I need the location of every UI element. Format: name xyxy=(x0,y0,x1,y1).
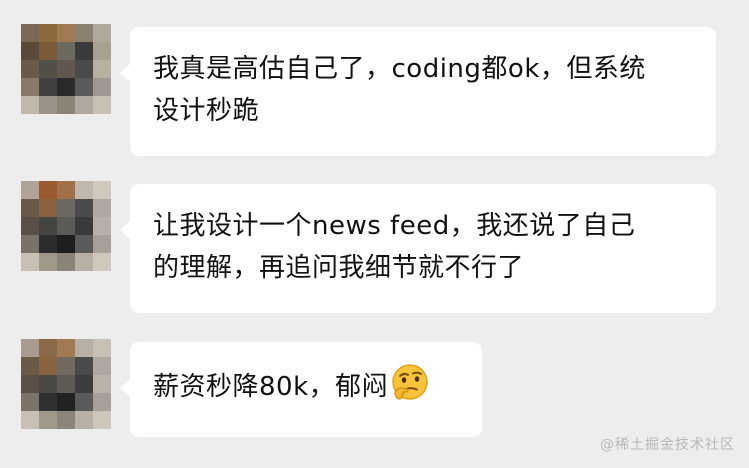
avatar-pixel xyxy=(57,217,75,235)
avatar[interactable] xyxy=(21,181,111,271)
message-line: 我真是高估自己了，coding都ok，但系统 xyxy=(153,54,646,84)
avatar-pixel xyxy=(75,253,93,271)
avatar-pixel xyxy=(75,235,93,253)
avatar-pixel xyxy=(75,199,93,217)
message-bubble[interactable]: 让我设计一个news feed，我还说了自己 的理解，再追问我细节就不行了 xyxy=(120,184,716,313)
avatar-pixel xyxy=(75,24,93,42)
avatar-pixel xyxy=(57,339,75,357)
avatar-pixel xyxy=(39,96,57,114)
avatar-pixel xyxy=(57,60,75,78)
avatar-pixel xyxy=(21,217,39,235)
avatar-pixel xyxy=(57,375,75,393)
avatar-pixel xyxy=(93,411,111,429)
avatar-pixel xyxy=(93,42,111,60)
avatar-pixel xyxy=(21,411,39,429)
avatar-pixel xyxy=(39,42,57,60)
avatar-pixel xyxy=(21,181,39,199)
avatar-pixel xyxy=(57,78,75,96)
avatar-pixel xyxy=(93,375,111,393)
avatar-pixel xyxy=(93,357,111,375)
avatar-pixel xyxy=(39,393,57,411)
avatar-pixel xyxy=(93,60,111,78)
avatar-pixel xyxy=(21,253,39,271)
avatar-pixel xyxy=(93,393,111,411)
avatar-pixel xyxy=(93,199,111,217)
avatar-pixel xyxy=(75,96,93,114)
avatar-pixel xyxy=(39,339,57,357)
avatar-pixel xyxy=(57,235,75,253)
avatar-pixel xyxy=(39,375,57,393)
avatar-pixel xyxy=(21,42,39,60)
avatar-pixel xyxy=(21,60,39,78)
message-line: 的理解，再追问我细节就不行了 xyxy=(153,253,525,283)
avatar-pixel xyxy=(21,375,39,393)
avatar-pixel xyxy=(21,235,39,253)
avatar-pixel xyxy=(39,199,57,217)
watermark: @稀土掘金技术社区 xyxy=(600,437,735,453)
avatar-pixel xyxy=(39,357,57,375)
avatar-pixel xyxy=(57,96,75,114)
avatar-pixel xyxy=(75,393,93,411)
avatar-pixel xyxy=(93,253,111,271)
avatar-pixel xyxy=(39,78,57,96)
avatar-pixel xyxy=(93,24,111,42)
avatar-pixel xyxy=(75,375,93,393)
avatar-pixel xyxy=(21,339,39,357)
avatar-pixel xyxy=(57,181,75,199)
avatar-pixel xyxy=(75,339,93,357)
avatar-pixel xyxy=(93,217,111,235)
avatar-pixel xyxy=(21,199,39,217)
avatar[interactable] xyxy=(21,339,111,429)
avatar-pixel xyxy=(39,60,57,78)
avatar-pixel xyxy=(93,339,111,357)
avatar-pixel xyxy=(75,42,93,60)
avatar-pixel xyxy=(75,181,93,199)
message-line: 设计秒跪 xyxy=(153,96,260,126)
message-bubble[interactable]: 薪资秒降80k，郁闷 xyxy=(120,342,482,437)
avatar-pixel xyxy=(75,411,93,429)
avatar-pixel xyxy=(93,181,111,199)
avatar-pixel xyxy=(21,24,39,42)
avatar-pixel xyxy=(57,357,75,375)
avatar-pixel xyxy=(57,199,75,217)
avatar-pixel xyxy=(21,78,39,96)
message-line: 薪资秒降80k，郁闷 xyxy=(153,372,389,402)
avatar-pixel xyxy=(75,78,93,96)
avatar-pixel xyxy=(75,357,93,375)
avatar-pixel xyxy=(21,357,39,375)
avatar-pixel xyxy=(57,42,75,60)
avatar-pixel xyxy=(39,181,57,199)
avatar-pixel xyxy=(39,235,57,253)
thinking-face-icon xyxy=(392,364,428,400)
avatar-pixel xyxy=(75,217,93,235)
avatar[interactable] xyxy=(21,24,111,114)
chat-transcript: 我真是高估自己了，coding都ok，但系统 设计秒跪 让我设计一个news fe… xyxy=(0,0,749,468)
avatar-pixel xyxy=(57,253,75,271)
avatar-pixel xyxy=(75,60,93,78)
avatar-pixel xyxy=(39,217,57,235)
avatar-pixel xyxy=(39,253,57,271)
avatar-pixel xyxy=(93,235,111,253)
avatar-pixel xyxy=(57,24,75,42)
avatar-pixel xyxy=(93,96,111,114)
avatar-pixel xyxy=(93,78,111,96)
avatar-pixel xyxy=(57,393,75,411)
avatar-pixel xyxy=(57,411,75,429)
message-line: 让我设计一个news feed，我还说了自己 xyxy=(153,211,636,241)
avatar-pixel xyxy=(39,24,57,42)
avatar-pixel xyxy=(21,96,39,114)
avatar-pixel xyxy=(39,411,57,429)
avatar-pixel xyxy=(21,393,39,411)
message-bubble[interactable]: 我真是高估自己了，coding都ok，但系统 设计秒跪 xyxy=(120,27,716,156)
